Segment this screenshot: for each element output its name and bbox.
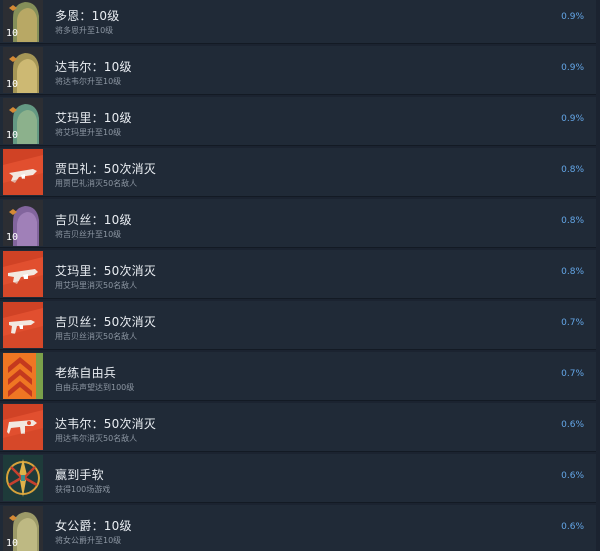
- achievement-title: 达韦尔：50次消灭: [55, 417, 157, 431]
- portrait-level-icon: 10: [3, 47, 43, 93]
- achievement-title: 赢到手软: [55, 468, 104, 482]
- achievement-row[interactable]: 吉贝丝：50次消灭 用吉贝丝消灭50名敌人 0.7%: [0, 301, 596, 350]
- achievement-title: 达韦尔：10级: [55, 60, 132, 74]
- achievement-list: 10 多恩：10级 将多恩升至10级 0.9% 10 达韦尔：10级 将达韦尔升…: [0, 0, 600, 551]
- achievement-title: 女公爵：10级: [55, 519, 132, 533]
- portrait-level-icon: 10: [3, 506, 43, 551]
- achievement-title: 贾巴礼：50次消灭: [55, 162, 157, 176]
- trophy-emblem-icon: [3, 455, 43, 501]
- achievement-description: 将女公爵升至10级: [55, 536, 122, 545]
- achievement-row[interactable]: 老练自由兵 自由兵声望达到100级 0.7%: [0, 352, 596, 401]
- achievement-row[interactable]: 赢到手软 获得100场游戏 0.6%: [0, 454, 596, 503]
- achievement-description: 用达韦尔消灭50名敌人: [55, 434, 138, 443]
- achievement-row[interactable]: 艾玛里：50次消灭 用艾玛里消灭50名敌人 0.8%: [0, 250, 596, 299]
- svg-text:10: 10: [6, 28, 18, 39]
- unlock-percentage: 0.6%: [561, 522, 584, 532]
- achievement-title: 多恩：10级: [55, 9, 120, 23]
- achievement-row[interactable]: 10 多恩：10级 将多恩升至10级 0.9%: [0, 0, 596, 44]
- achievement-row[interactable]: 10 女公爵：10级 将女公爵升至10级 0.6%: [0, 505, 596, 551]
- achievement-title: 艾玛里：50次消灭: [55, 264, 157, 278]
- weapon-kill-icon: [3, 302, 43, 348]
- achievement-row[interactable]: 10 吉贝丝：10级 将吉贝丝升至10级 0.8%: [0, 199, 596, 248]
- svg-text:10: 10: [6, 538, 18, 549]
- achievement-description: 获得100场游戏: [55, 485, 111, 494]
- unlock-percentage: 0.7%: [561, 369, 584, 379]
- weapon-kill-icon: [3, 149, 43, 195]
- achievement-description: 用贾巴礼消灭50名敌人: [55, 179, 138, 188]
- achievement-description: 用艾玛里消灭50名敌人: [55, 281, 138, 290]
- portrait-level-icon: 10: [3, 200, 43, 246]
- achievement-description: 将吉贝丝升至10级: [55, 230, 122, 239]
- rank-chevrons-icon: [3, 353, 43, 399]
- achievement-row[interactable]: 10 达韦尔：10级 将达韦尔升至10级 0.9%: [0, 46, 596, 95]
- unlock-percentage: 0.9%: [561, 12, 584, 22]
- svg-text:10: 10: [6, 130, 18, 141]
- achievement-description: 用吉贝丝消灭50名敌人: [55, 332, 138, 341]
- achievement-description: 将多恩升至10级: [55, 26, 114, 35]
- unlock-percentage: 0.7%: [561, 318, 584, 328]
- unlock-percentage: 0.6%: [561, 471, 584, 481]
- unlock-percentage: 0.9%: [561, 114, 584, 124]
- achievement-row[interactable]: 10 艾玛里：10级 将艾玛里升至10级 0.9%: [0, 97, 596, 146]
- unlock-percentage: 0.6%: [561, 420, 584, 430]
- achievement-title: 吉贝丝：50次消灭: [55, 315, 157, 329]
- achievement-title: 吉贝丝：10级: [55, 213, 132, 227]
- achievement-description: 自由兵声望达到100级: [55, 383, 135, 392]
- achievement-row[interactable]: 贾巴礼：50次消灭 用贾巴礼消灭50名敌人 0.8%: [0, 148, 596, 197]
- achievement-description: 将达韦尔升至10级: [55, 77, 122, 86]
- portrait-level-icon: 10: [3, 98, 43, 144]
- portrait-level-icon: 10: [3, 0, 43, 42]
- achievement-row[interactable]: 达韦尔：50次消灭 用达韦尔消灭50名敌人 0.6%: [0, 403, 596, 452]
- weapon-kill-icon: [3, 251, 43, 297]
- unlock-percentage: 0.9%: [561, 63, 584, 73]
- unlock-percentage: 0.8%: [561, 216, 584, 226]
- svg-text:10: 10: [6, 79, 18, 90]
- svg-text:10: 10: [6, 232, 18, 243]
- achievement-title: 艾玛里：10级: [55, 111, 132, 125]
- unlock-percentage: 0.8%: [561, 165, 584, 175]
- unlock-percentage: 0.8%: [561, 267, 584, 277]
- achievement-title: 老练自由兵: [55, 366, 117, 380]
- weapon-kill-icon: [3, 404, 43, 450]
- achievement-description: 将艾玛里升至10级: [55, 128, 122, 137]
